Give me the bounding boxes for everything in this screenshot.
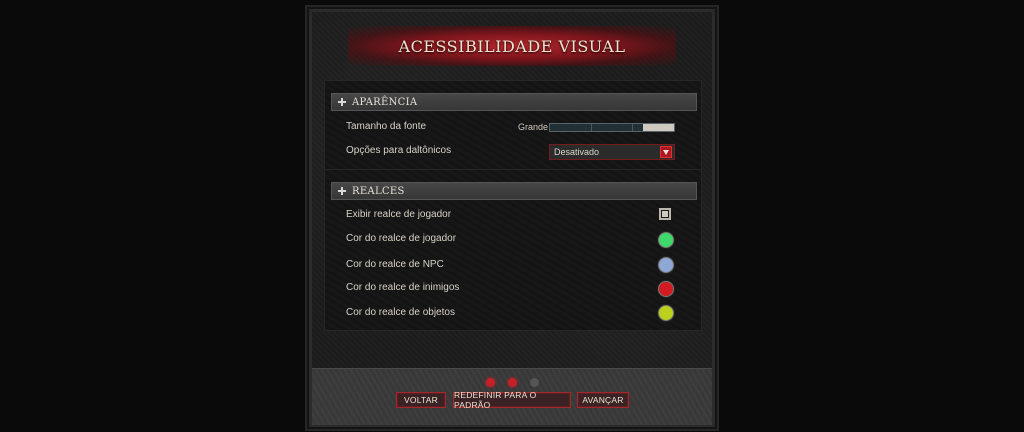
colorblind-dropdown[interactable]: Desativado — [549, 144, 675, 160]
font-size-slider[interactable] — [549, 123, 675, 132]
chevron-down-icon[interactable] — [660, 146, 672, 158]
page-indicator — [484, 376, 544, 389]
object-highlight-color-label: Cor do realce de objetos — [346, 307, 455, 318]
back-button[interactable]: VOLTAR — [396, 392, 446, 408]
highlights-header-label: REALCES — [352, 185, 405, 197]
enemy-highlight-color-label: Cor do realce de inimigos — [346, 282, 460, 293]
npc-highlight-color-swatch[interactable] — [658, 257, 674, 273]
appearance-header-label: APARÊNCIA — [352, 96, 418, 108]
font-size-slider-handle[interactable] — [643, 124, 674, 131]
enemy-highlight-color-swatch[interactable] — [658, 281, 674, 297]
show-player-highlight-checkbox[interactable] — [659, 208, 671, 220]
section-plus-icon — [337, 186, 347, 196]
object-highlight-color-swatch[interactable] — [658, 305, 674, 321]
show-player-highlight-label: Exibir realce de jogador — [346, 209, 452, 220]
page-dot — [506, 376, 519, 389]
highlights-section-header: REALCES — [331, 182, 697, 200]
page-title: ACESSIBILIDADE VISUAL — [398, 36, 626, 56]
checkbox-check-mark — [662, 211, 668, 217]
player-highlight-color-label: Cor do realce de jogador — [346, 233, 457, 244]
reset-defaults-button[interactable]: REDEFINIR PARA O PADRÃO — [453, 390, 571, 410]
highlights-panel: REALCES Exibir realce de jogador Cor do … — [324, 169, 702, 331]
colorblind-dropdown-value: Desativado — [554, 147, 600, 157]
section-plus-icon — [337, 97, 347, 107]
appearance-section-header: APARÊNCIA — [331, 93, 697, 111]
footer-bar: VOLTAR REDEFINIR PARA O PADRÃO AVANÇAR — [312, 368, 712, 425]
colorblind-label: Opções para daltônicos — [346, 145, 452, 156]
appearance-panel: APARÊNCIA Tamanho da fonte Grande Opções… — [324, 80, 702, 172]
page-dot — [484, 376, 497, 389]
slider-tick — [631, 124, 633, 131]
player-highlight-color-swatch[interactable] — [658, 232, 674, 248]
npc-highlight-color-label: Cor do realce de NPC — [346, 259, 444, 270]
font-size-label: Tamanho da fonte — [346, 121, 427, 132]
font-size-value: Grande — [518, 122, 549, 132]
next-button[interactable]: AVANÇAR — [577, 392, 629, 408]
settings-window: ACESSIBILIDADE VISUAL APARÊNCIA Tamanho … — [312, 12, 712, 425]
slider-tick — [590, 124, 592, 131]
title-banner: ACESSIBILIDADE VISUAL — [348, 26, 676, 66]
page-dot — [528, 376, 541, 389]
